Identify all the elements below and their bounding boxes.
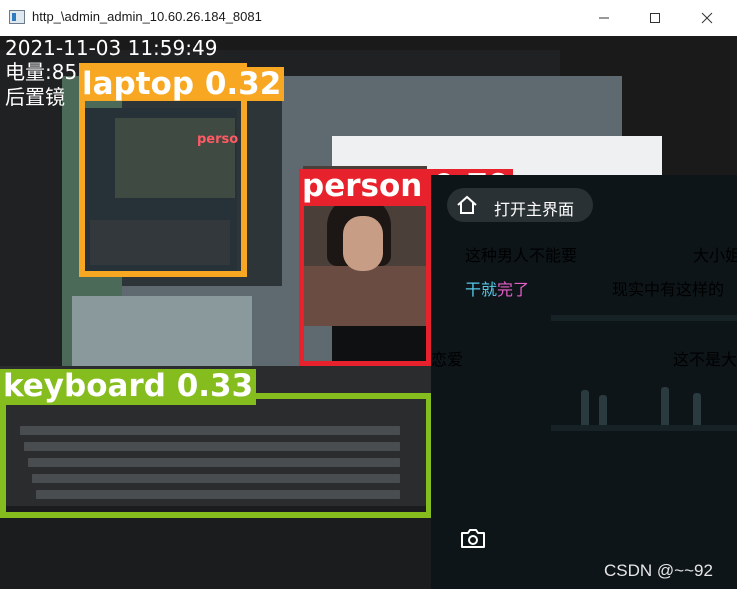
camera-button[interactable]	[453, 519, 493, 559]
desk-photo	[0, 506, 440, 589]
close-icon	[701, 12, 713, 24]
minimize-button[interactable]	[581, 0, 627, 36]
window-title: http_\admin_admin_10.60.26.184_8081	[32, 9, 262, 24]
minimize-icon	[599, 17, 609, 19]
detection-box-keyboard	[0, 393, 432, 518]
danmu-comment: 这种男人不能要	[465, 246, 578, 265]
window-titlebar: http_\admin_admin_10.60.26.184_8081	[0, 0, 737, 36]
camera-icon	[461, 529, 485, 548]
close-button[interactable]	[684, 0, 730, 36]
home-button-label: 打开主界面	[494, 200, 575, 219]
watermark: CSDN @~~92	[604, 561, 713, 580]
danmu-comment: 干就	[465, 280, 498, 299]
danmu-comment: 恋爱	[431, 350, 464, 369]
danmu-comment: 这不是大	[673, 350, 737, 369]
detection-label-keyboard: keyboard 0.33	[0, 369, 257, 405]
home-button[interactable]: 打开主界面	[447, 188, 593, 222]
danmu-comment: 大小姐	[693, 246, 737, 265]
maximize-icon	[650, 13, 660, 23]
home-icon	[457, 195, 477, 214]
app-icon	[9, 10, 25, 24]
overlay-battery: 电量:85	[5, 60, 78, 84]
maximize-button[interactable]	[632, 0, 678, 36]
detection-label-laptop: laptop 0.32	[79, 67, 285, 101]
danmu-comment: 完了	[497, 280, 530, 299]
app-panel: 打开主界面 这种男人不能要 大小姐 干就 完了 现实中有这样的 恋爱 这不是大 …	[431, 175, 737, 589]
overlay-camera: 后置镜	[5, 85, 65, 109]
danmu-comment: 现实中有这样的	[612, 280, 725, 299]
overlay-datetime: 2021-11-03 11:59:49	[5, 36, 218, 60]
